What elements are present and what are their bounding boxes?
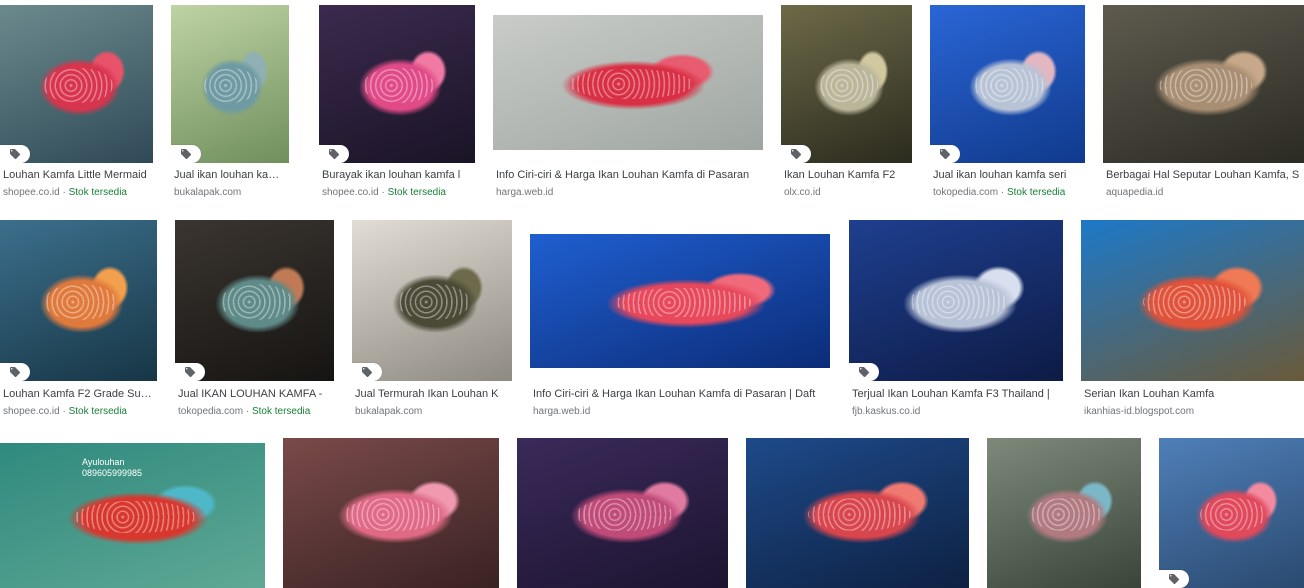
tag-icon: [362, 367, 372, 377]
result-thumbnail[interactable]: [1103, 5, 1304, 163]
source-domain: bukalapak.com: [174, 187, 242, 198]
result-title[interactable]: Jual IKAN LOUHAN KAMFA -: [178, 388, 331, 400]
result-thumbnail[interactable]: [849, 220, 1063, 381]
source-domain: shopee.co.id: [3, 187, 60, 198]
result-source: ikanhias-id.blogspot.com: [1084, 406, 1301, 417]
tag-icon: [10, 367, 20, 377]
result-title[interactable]: Jual ikan louhan kamfa: [174, 169, 286, 181]
product-badge: [171, 145, 201, 163]
result-thumbnail[interactable]: [987, 438, 1141, 588]
source-domain: olx.co.id: [784, 187, 821, 198]
result-thumbnail[interactable]: [352, 220, 512, 381]
tag-icon: [791, 149, 801, 159]
result-thumbnail[interactable]: [175, 220, 334, 381]
product-badge: [0, 363, 30, 381]
stock-status: Stok tersedia: [1006, 187, 1066, 198]
product-badge: [849, 363, 879, 381]
separator: ·: [378, 187, 388, 198]
tag-icon: [181, 149, 191, 159]
result-title[interactable]: Louhan Kamfa Little Mermaid: [3, 169, 150, 181]
result-title[interactable]: Terjual Ikan Louhan Kamfa F3 Thailand |: [852, 388, 1060, 400]
result-source: bukalapak.com: [355, 406, 509, 417]
stock-status: Stok tersedia: [251, 406, 311, 417]
result-thumbnail[interactable]: [0, 5, 153, 163]
separator: ·: [59, 406, 69, 417]
result-thumbnail[interactable]: [493, 15, 763, 150]
result-source: aquapedia.id: [1106, 187, 1301, 198]
product-badge: [1159, 570, 1189, 588]
result-title[interactable]: Louhan Kamfa F2 Grade Super: [3, 388, 154, 400]
result-title[interactable]: Serian Ikan Louhan Kamfa: [1084, 388, 1301, 400]
result-source: shopee.co.id · Stok tersedia: [322, 187, 472, 198]
image-watermark: Ayulouhan 089605999985: [82, 457, 142, 479]
source-domain: shopee.co.id: [322, 187, 379, 198]
product-badge: [0, 145, 30, 163]
result-thumbnail[interactable]: [781, 5, 912, 163]
source-domain: ikanhias-id.blogspot.com: [1084, 406, 1195, 417]
source-domain: tokopedia.com: [933, 187, 999, 198]
result-thumbnail[interactable]: [530, 234, 830, 368]
result-source: olx.co.id: [784, 187, 909, 198]
result-thumbnail[interactable]: [746, 438, 969, 588]
result-title[interactable]: Burayak ikan louhan kamfa l: [322, 169, 472, 181]
result-source: shopee.co.id · Stok tersedia: [3, 406, 154, 417]
result-source: harga.web.id: [496, 187, 760, 198]
result-thumbnail[interactable]: [1081, 220, 1304, 381]
source-domain: aquapedia.id: [1106, 187, 1164, 198]
result-thumbnail[interactable]: [171, 5, 289, 163]
source-domain: harga.web.id: [496, 187, 554, 198]
product-badge: [175, 363, 205, 381]
separator: ·: [243, 406, 252, 417]
result-thumbnail[interactable]: [1159, 438, 1304, 588]
source-domain: bukalapak.com: [355, 406, 423, 417]
result-thumbnail[interactable]: [283, 438, 499, 588]
product-badge: [781, 145, 811, 163]
source-domain: harga.web.id: [533, 406, 591, 417]
separator: ·: [59, 187, 69, 198]
result-title[interactable]: Ikan Louhan Kamfa F2: [784, 169, 909, 181]
tag-icon: [859, 367, 869, 377]
result-source: shopee.co.id · Stok tersedia: [3, 187, 150, 198]
result-thumbnail[interactable]: Ayulouhan 089605999985: [0, 443, 265, 588]
result-title[interactable]: Berbagai Hal Seputar Louhan Kamfa, S: [1106, 169, 1301, 181]
tag-icon: [940, 149, 950, 159]
tag-icon: [1169, 574, 1179, 584]
watermark-line: Ayulouhan: [82, 457, 125, 467]
separator: ·: [998, 187, 1007, 198]
source-domain: tokopedia.com: [178, 406, 244, 417]
stock-status: Stok tersedia: [68, 406, 127, 417]
result-source: bukalapak.com: [174, 187, 286, 198]
stock-status: Stok tersedia: [387, 187, 446, 198]
tag-icon: [185, 367, 195, 377]
source-domain: fjb.kaskus.co.id: [852, 406, 921, 417]
source-domain: shopee.co.id: [3, 406, 60, 417]
result-source: harga.web.id: [533, 406, 827, 417]
tag-icon: [10, 149, 20, 159]
watermark-line: 089605999985: [82, 468, 143, 478]
result-title[interactable]: Info Ciri-ciri & Harga Ikan Louhan Kamfa…: [533, 388, 827, 400]
result-title[interactable]: Info Ciri-ciri & Harga Ikan Louhan Kamfa…: [496, 169, 760, 181]
result-title[interactable]: Jual Termurah Ikan Louhan K: [355, 388, 509, 400]
result-source: tokopedia.com · Stok tersedia: [933, 187, 1082, 198]
result-thumbnail[interactable]: [517, 438, 728, 588]
result-source: tokopedia.com · Stok tersedia: [178, 406, 331, 417]
result-thumbnail[interactable]: [930, 5, 1085, 163]
stock-status: Stok tersedia: [68, 187, 127, 198]
product-badge: [930, 145, 960, 163]
result-title[interactable]: Jual ikan louhan kamfa seri: [933, 169, 1082, 181]
product-badge: [319, 145, 349, 163]
result-source: fjb.kaskus.co.id: [852, 406, 1060, 417]
result-thumbnail[interactable]: [319, 5, 475, 163]
product-badge: [352, 363, 382, 381]
result-thumbnail[interactable]: [0, 220, 157, 381]
tag-icon: [329, 149, 339, 159]
